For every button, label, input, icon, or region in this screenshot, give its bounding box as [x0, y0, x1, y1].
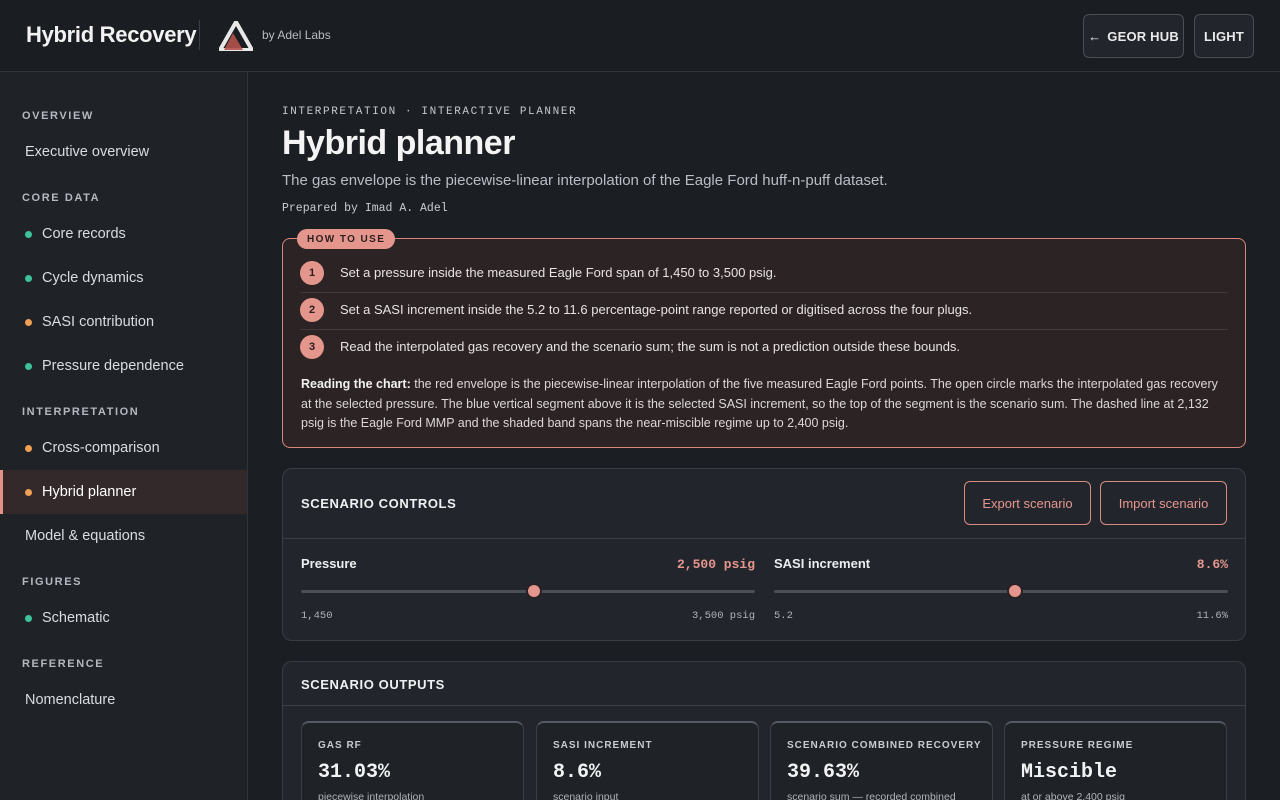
sidebar-item-model-equations[interactable]: Model & equations — [0, 514, 247, 558]
sidebar-section-core-data: CORE DATA — [22, 192, 101, 204]
card-value: 31.03% — [318, 761, 391, 784]
pressure-label: Pressure — [301, 556, 357, 571]
sasi-slider-thumb[interactable] — [1007, 583, 1024, 599]
sidebar-item-label: Pressure dependence — [42, 358, 184, 374]
card-value: 39.63% — [787, 761, 860, 784]
output-card-pressure-regime: PRESSURE REGIME Miscible at or above 2,4… — [1004, 721, 1227, 800]
output-card-sasi-increment: SASI INCREMENT 8.6% scenario input — [536, 721, 759, 800]
page-subtitle: The gas envelope is the piecewise-linear… — [282, 172, 888, 189]
app-title[interactable]: Hybrid Recovery — [26, 22, 197, 48]
sidebar-item-label: Model & equations — [25, 528, 146, 544]
output-card-gas-rf: GAS RF 31.03% piecewise interpolation — [301, 721, 524, 800]
status-dot — [25, 274, 32, 282]
page-author: Prepared by Imad A. Adel — [282, 202, 448, 215]
sidebar-item-cycle-dynamics[interactable]: Cycle dynamics — [0, 256, 247, 300]
sidebar-section-overview: OVERVIEW — [22, 110, 94, 122]
sidebar-item-label: Nomenclature — [25, 692, 116, 708]
sidebar-item-core-records[interactable]: Core records — [0, 212, 247, 256]
top-bar: Hybrid Recovery by Adel Labs ← GEOR HUB … — [0, 0, 1280, 72]
scenario-controls-title: SCENARIO CONTROLS — [301, 496, 457, 511]
status-dot — [25, 614, 32, 622]
card-note: at or above 2,400 psig — [1021, 791, 1125, 800]
sidebar-item-cross-comparison[interactable]: Cross-comparison — [0, 426, 247, 470]
sidebar-item-pressure-dependence[interactable]: Pressure dependence — [0, 344, 247, 388]
import-scenario-button[interactable]: Import scenario — [1100, 481, 1227, 525]
sidebar-item-label: Executive overview — [25, 144, 150, 160]
sidebar-item-label: Schematic — [42, 610, 110, 626]
reading-the-chart-note: Reading the chart: the red envelope is t… — [301, 375, 1231, 434]
card-note: scenario sum — recorded combined — [787, 791, 956, 800]
panel-divider — [283, 538, 1245, 539]
sidebar-item-sasi-contribution[interactable]: SASI contribution — [0, 300, 247, 344]
status-dot — [25, 444, 32, 452]
howto-step: 1 Set a pressure inside the measured Eag… — [300, 254, 1228, 291]
card-note: scenario input — [553, 791, 619, 800]
sidebar-section-reference: REFERENCE — [22, 658, 105, 670]
status-dot — [25, 488, 32, 496]
pressure-min-label: 1,450 — [301, 610, 333, 622]
panel-divider — [283, 705, 1245, 706]
sidebar-item-schematic[interactable]: Schematic — [0, 596, 247, 640]
sasi-slider-track[interactable] — [774, 590, 1228, 593]
sidebar-section-interpretation: INTERPRETATION — [22, 406, 140, 418]
pressure-max-label: 3,500 psig — [691, 610, 755, 622]
geor-hub-label: GEOR HUB — [1107, 28, 1179, 44]
reading-label: Reading the chart: — [301, 377, 411, 391]
card-label: PRESSURE REGIME — [1021, 740, 1134, 751]
card-label: SCENARIO COMBINED RECOVERY — [787, 740, 982, 751]
step-text: Read the interpolated gas recovery and t… — [340, 339, 961, 354]
step-text: Set a pressure inside the measured Eagle… — [340, 265, 777, 280]
sidebar-item-label: Cross-comparison — [42, 440, 160, 456]
page-eyebrow: INTERPRETATION · INTERACTIVE PLANNER — [282, 106, 578, 118]
howto-step: 2 Set a SASI increment inside the 5.2 to… — [300, 291, 1228, 328]
card-label: GAS RF — [318, 740, 362, 751]
reading-text: the red envelope is the piecewise-linear… — [301, 377, 1218, 430]
scenario-controls-panel: SCENARIO CONTROLS Export scenario Import… — [282, 468, 1246, 641]
sidebar-item-label: Cycle dynamics — [42, 270, 144, 286]
status-dot — [25, 362, 32, 370]
step-text: Set a SASI increment inside the 5.2 to 1… — [340, 302, 973, 317]
status-dot — [25, 318, 32, 326]
arrow-left-icon: ← — [1088, 28, 1102, 44]
export-scenario-button[interactable]: Export scenario — [964, 481, 1091, 525]
brand-byline: by Adel Labs — [262, 28, 331, 42]
sidebar-item-label: Core records — [42, 226, 126, 242]
pressure-value: 2,500 psig — [676, 557, 755, 572]
sidebar: OVERVIEW Executive overview CORE DATA Co… — [0, 72, 248, 800]
step-number: 2 — [300, 297, 324, 322]
sidebar-item-label: Hybrid planner — [42, 484, 137, 500]
sidebar-item-executive-overview[interactable]: Executive overview — [0, 130, 247, 174]
step-number: 1 — [300, 260, 324, 285]
sidebar-item-hybrid-planner[interactable]: Hybrid planner — [0, 470, 247, 514]
triangle-logo-icon — [219, 21, 253, 51]
page-title: Hybrid planner — [282, 124, 515, 162]
theme-toggle-button[interactable]: LIGHT — [1194, 14, 1254, 58]
scenario-outputs-title: SCENARIO OUTPUTS — [301, 677, 445, 692]
step-number: 3 — [300, 334, 324, 359]
howto-step: 3 Read the interpolated gas recovery and… — [300, 328, 1228, 365]
sasi-min-label: 5.2 — [774, 610, 793, 622]
brand-divider — [199, 20, 200, 50]
output-card-combined-recovery: SCENARIO COMBINED RECOVERY 39.63% scenar… — [770, 721, 993, 800]
sidebar-item-label: SASI contribution — [42, 314, 155, 330]
sidebar-section-figures: FIGURES — [22, 576, 83, 588]
how-to-use-badge: HOW TO USE — [297, 229, 396, 249]
status-dot — [25, 230, 32, 238]
sasi-label: SASI increment — [774, 556, 871, 571]
card-label: SASI INCREMENT — [553, 740, 653, 751]
sasi-max-label: 11.6% — [1196, 610, 1228, 622]
pressure-slider-thumb[interactable] — [525, 583, 542, 599]
card-value: 8.6% — [553, 761, 602, 784]
geor-hub-button[interactable]: ← GEOR HUB — [1083, 14, 1184, 58]
card-value: Miscible — [1021, 761, 1118, 784]
card-note: piecewise interpolation — [318, 791, 425, 800]
sasi-value: 8.6% — [1196, 557, 1228, 572]
sidebar-item-nomenclature[interactable]: Nomenclature — [0, 678, 247, 722]
